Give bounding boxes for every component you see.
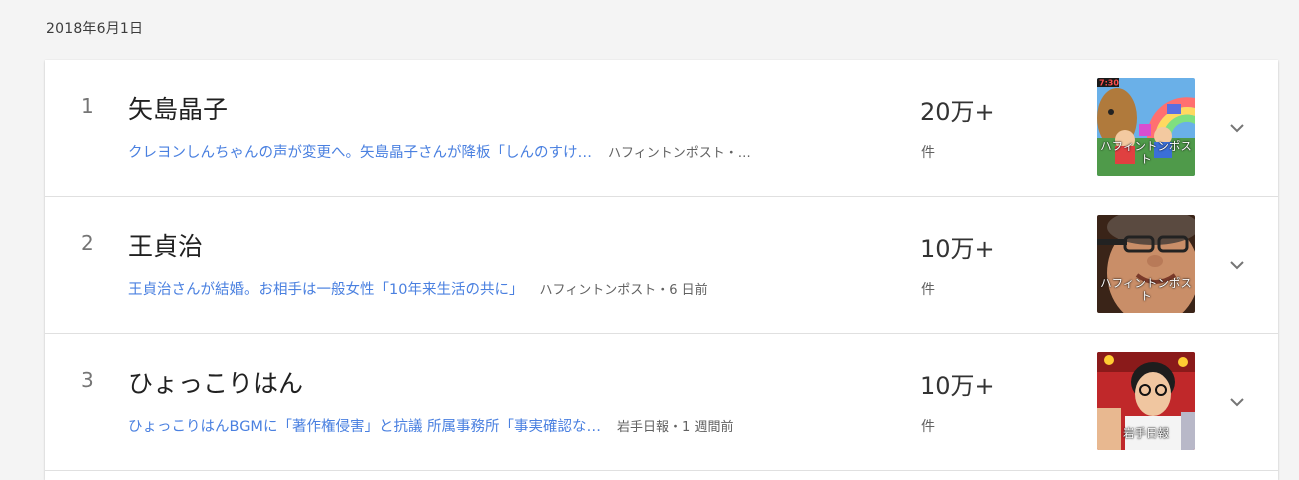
chevron-down-icon[interactable] xyxy=(1227,392,1247,412)
trend-row-1[interactable]: 1 矢島晶子 クレヨンしんちゃんの声が変更へ。矢島晶子さんが降板「しんのすけ… ハ… xyxy=(45,60,1278,197)
search-count-unit: 件 xyxy=(921,145,935,161)
news-thumbnail[interactable]: 岩手日報 xyxy=(1097,352,1195,450)
date-header: 2018年6月1日 xyxy=(46,21,144,37)
article-link[interactable]: クレヨンしんちゃんの声が変更へ。矢島晶子さんが降板「しんのすけ… xyxy=(128,145,592,161)
search-count: 10万+ xyxy=(920,372,995,400)
trend-rank: 2 xyxy=(81,231,94,255)
trend-row-2[interactable]: 2 王貞治 王貞治さんが結婚。お相手は一般女性「10年来生活の共に」 ハフィントン… xyxy=(45,197,1278,334)
trend-list: 1 矢島晶子 クレヨンしんちゃんの声が変更へ。矢島晶子さんが降板「しんのすけ… ハ… xyxy=(45,60,1278,480)
search-count: 10万+ xyxy=(920,235,995,263)
trend-rank: 3 xyxy=(81,368,94,392)
news-thumbnail[interactable]: ハフィントンポスト xyxy=(1097,215,1195,313)
article-link[interactable]: 王貞治さんが結婚。お相手は一般女性「10年来生活の共に」 xyxy=(128,282,523,298)
trend-subline: ひょっこりはんBGMに「著作権侵害」と抗議 所属事務所「事実確認な… 岩手日報・1… xyxy=(128,415,918,436)
chevron-down-icon[interactable] xyxy=(1227,255,1247,275)
trend-subline: クレヨンしんちゃんの声が変更へ。矢島晶子さんが降板「しんのすけ… ハフィントンポス… xyxy=(128,141,918,162)
news-thumbnail[interactable]: 7:30 ハフィントンポスト xyxy=(1097,78,1195,176)
article-source: ハフィントンポスト・… xyxy=(608,146,751,161)
article-source: 岩手日報・1 週間前 xyxy=(617,420,734,435)
thumbnail-caption: ハフィントンポスト xyxy=(1100,276,1192,303)
article-link[interactable]: ひょっこりはんBGMに「著作権侵害」と抗議 所属事務所「事実確認な… xyxy=(128,419,601,435)
trend-title[interactable]: ひょっこりはん xyxy=(128,364,303,400)
trend-title[interactable]: 王貞治 xyxy=(128,227,203,263)
trend-title[interactable]: 矢島晶子 xyxy=(128,90,228,126)
search-count-unit: 件 xyxy=(921,419,935,435)
trend-subline: 王貞治さんが結婚。お相手は一般女性「10年来生活の共に」 ハフィントンポスト・6 … xyxy=(128,278,918,299)
thumbnail-caption: ハフィントンポスト xyxy=(1100,139,1192,166)
thumbnail-time-label: 7:30 xyxy=(1099,79,1119,88)
trend-rank: 1 xyxy=(81,94,94,118)
article-source: ハフィントンポスト・6 日前 xyxy=(539,283,708,298)
trend-row-3[interactable]: 3 ひょっこりはん ひょっこりはんBGMに「著作権侵害」と抗議 所属事務所「事実… xyxy=(45,334,1278,471)
thumbnail-caption: 岩手日報 xyxy=(1123,426,1169,440)
chevron-down-icon[interactable] xyxy=(1227,118,1247,138)
search-count: 20万+ xyxy=(920,98,995,126)
search-count-unit: 件 xyxy=(921,282,935,298)
